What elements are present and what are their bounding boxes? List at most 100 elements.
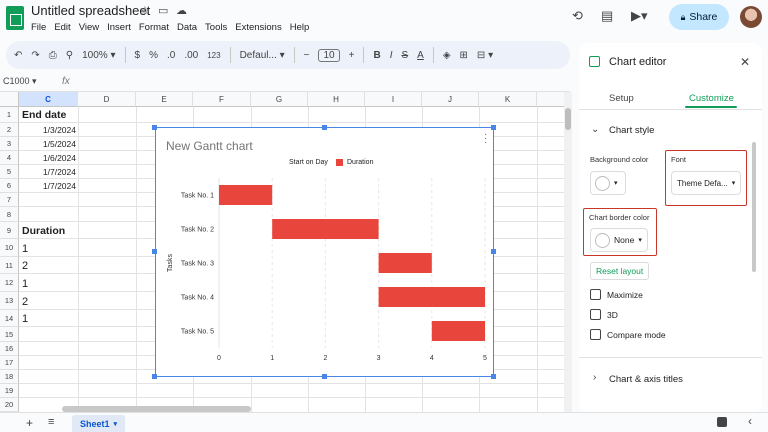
font-select[interactable]: Defaul... ▾ [240, 50, 285, 61]
row-header-13[interactable]: 13 [0, 292, 19, 310]
move-folder-icon[interactable]: ▭ [158, 4, 168, 17]
row-header-7[interactable]: 7 [0, 193, 19, 207]
row-header-4[interactable]: 4 [0, 151, 19, 165]
gantt-chart[interactable]: New Gantt chart · · · Start on Day Duratio… [155, 127, 494, 377]
font-size-increase-button[interactable]: + [349, 50, 355, 61]
row-header-2[interactable]: 2 [0, 123, 19, 137]
undo-icon[interactable]: ↶ [14, 50, 22, 61]
menu-help[interactable]: Help [290, 22, 310, 33]
cell-c13[interactable]: 2 [22, 293, 78, 310]
col-header-e[interactable]: E [136, 92, 193, 107]
row-header-17[interactable]: 17 [0, 356, 19, 370]
zoom-select[interactable]: 100% ▾ [82, 50, 115, 61]
sheet-tab[interactable]: Sheet1 ▾ [72, 415, 126, 432]
bold-button[interactable]: B [373, 50, 380, 61]
resize-handle[interactable] [491, 125, 496, 130]
percent-button[interactable]: % [149, 50, 158, 61]
meet-icon[interactable]: ▶▾ [631, 8, 648, 24]
borders-icon[interactable]: ⊞ [460, 50, 468, 61]
row-header-6[interactable]: 6 [0, 179, 19, 193]
name-box[interactable]: C1000 ▾ [3, 76, 37, 87]
col-header-i[interactable]: I [365, 92, 422, 107]
col-header-j[interactable]: J [422, 92, 479, 107]
chevron-right-icon[interactable]: › [593, 372, 596, 383]
vertical-scrollbar[interactable] [564, 92, 572, 412]
menu-view[interactable]: View [79, 22, 99, 33]
row-header-20[interactable]: 20 [0, 398, 19, 412]
cell-c14[interactable]: 1 [22, 311, 78, 327]
resize-handle[interactable] [152, 125, 157, 130]
editor-scroll-thumb[interactable] [752, 142, 756, 272]
menu-data[interactable]: Data [177, 22, 197, 33]
print-icon[interactable]: ⎙ [49, 50, 57, 61]
menu-edit[interactable]: Edit [54, 22, 70, 33]
collapse-panel-icon[interactable]: ‹ [748, 414, 752, 428]
currency-button[interactable]: $ [135, 50, 141, 61]
sheets-logo-icon[interactable] [6, 6, 24, 30]
resize-handle[interactable] [491, 249, 496, 254]
row-header-15[interactable]: 15 [0, 327, 19, 342]
cell-c2[interactable]: 1/3/2024 [22, 123, 78, 137]
row-header-19[interactable]: 19 [0, 384, 19, 398]
star-icon[interactable]: ☆ [140, 4, 150, 17]
tab-setup[interactable]: Setup [609, 93, 634, 104]
comments-icon[interactable]: ▤ [601, 8, 613, 24]
section-chart-axis-titles[interactable]: Chart & axis titles [609, 374, 683, 385]
avatar[interactable] [740, 6, 762, 28]
chevron-down-icon[interactable]: ⌄ [591, 124, 599, 135]
select-all-corner[interactable] [0, 92, 19, 107]
cell-c12[interactable]: 1 [22, 275, 78, 292]
redo-icon[interactable]: ↷ [31, 50, 39, 61]
increase-decimal-button[interactable]: .00 [184, 50, 198, 61]
resize-handle[interactable] [322, 125, 327, 130]
col-header-f[interactable]: F [193, 92, 251, 107]
resize-handle[interactable] [491, 374, 496, 379]
row-header-14[interactable]: 14 [0, 310, 19, 327]
row-header-10[interactable]: 10 [0, 239, 19, 257]
cell-c1[interactable]: End date [22, 108, 78, 122]
history-icon[interactable]: ⟲ [572, 8, 583, 24]
resize-handle[interactable] [152, 374, 157, 379]
cell-c4[interactable]: 1/6/2024 [22, 151, 78, 165]
close-icon[interactable]: ✕ [740, 55, 750, 69]
cell-c10[interactable]: 1 [22, 240, 78, 257]
row-header-12[interactable]: 12 [0, 274, 19, 292]
row-header-9[interactable]: 9 [0, 222, 19, 239]
merge-cells-icon[interactable]: ⊟ ▾ [477, 50, 493, 61]
row-header-8[interactable]: 8 [0, 207, 19, 222]
doc-title[interactable]: Untitled spreadsheet [31, 3, 150, 18]
row-header-3[interactable]: 3 [0, 137, 19, 151]
italic-button[interactable]: I [390, 50, 393, 61]
col-header-c[interactable]: C [19, 92, 78, 107]
all-sheets-icon[interactable]: ≡ [48, 416, 54, 428]
font-size-decrease-button[interactable]: − [304, 50, 310, 61]
paint-format-icon[interactable]: ⚲ [66, 50, 73, 61]
3d-checkbox[interactable] [590, 309, 601, 320]
background-color-button[interactable]: ▾ [590, 171, 626, 195]
number-format-button[interactable]: 123 [207, 51, 220, 60]
cell-c11[interactable]: 2 [22, 258, 78, 274]
menu-insert[interactable]: Insert [107, 22, 131, 33]
resize-handle[interactable] [322, 374, 327, 379]
font-size-input[interactable]: 10 [318, 48, 340, 62]
col-header-d[interactable]: D [78, 92, 136, 107]
share-button[interactable]: 🔒︎ Share [669, 4, 729, 30]
explore-icon[interactable] [717, 417, 727, 427]
strikethrough-icon[interactable]: S [401, 50, 408, 61]
menu-file[interactable]: File [31, 22, 46, 33]
row-header-1[interactable]: 1 [0, 107, 19, 123]
text-color-button[interactable]: A [417, 50, 424, 61]
row-header-18[interactable]: 18 [0, 370, 19, 384]
resize-handle[interactable] [152, 249, 157, 254]
cloud-status-icon[interactable]: ☁ [176, 4, 187, 17]
vertical-scroll-thumb[interactable] [565, 108, 571, 130]
font-select[interactable]: Theme Defa... ▾ [671, 171, 741, 195]
col-header-g[interactable]: G [251, 92, 308, 107]
menu-tools[interactable]: Tools [205, 22, 227, 33]
decrease-decimal-button[interactable]: .0 [167, 50, 175, 61]
tab-customize[interactable]: Customize [689, 93, 734, 104]
col-header-k[interactable]: K [479, 92, 537, 107]
menu-format[interactable]: Format [139, 22, 169, 33]
compare-mode-checkbox[interactable] [590, 329, 601, 340]
col-header-l[interactable] [537, 92, 564, 107]
